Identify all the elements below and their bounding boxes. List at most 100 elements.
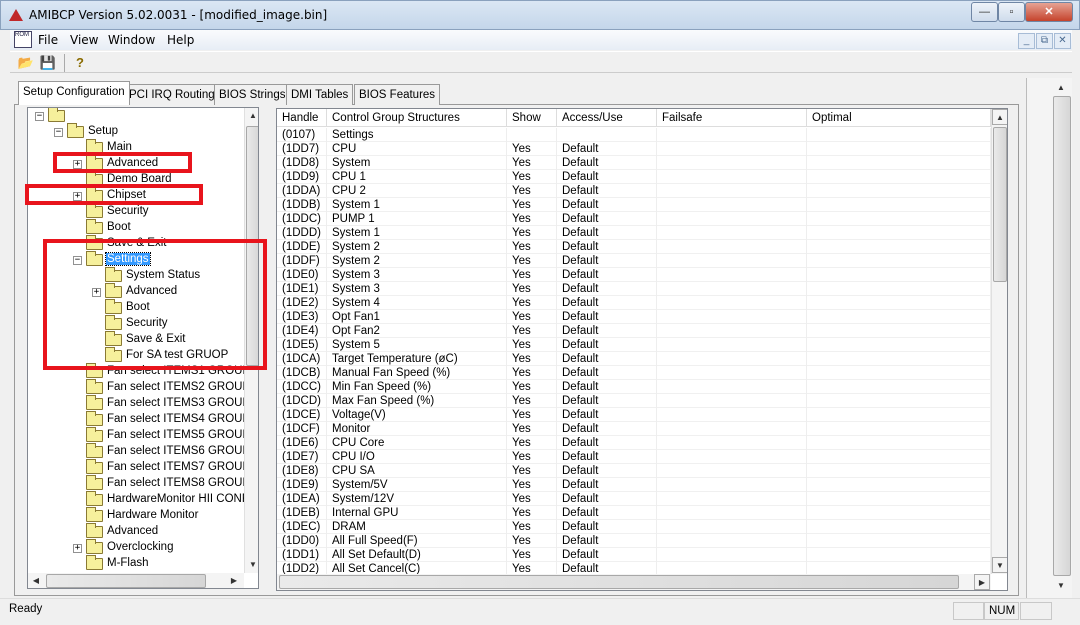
tree-horizontal-scrollbar[interactable]: ◀ ▶ — [28, 573, 244, 588]
help-icon[interactable]: ? — [70, 54, 90, 72]
menu-window[interactable]: Window — [108, 33, 155, 47]
table-row[interactable]: (1DCA) Target Temperature (øC) Yes Default — [277, 352, 991, 366]
table-row[interactable]: (1DEB) Internal GPU Yes Default — [277, 506, 991, 520]
column-header[interactable]: Optimal — [807, 109, 991, 127]
open-folder-icon[interactable]: 📂 — [16, 54, 36, 72]
table-row[interactable]: (1DE9) System/5V Yes Default — [277, 478, 991, 492]
table-row[interactable]: (1DCB) Manual Fan Speed (%) Yes Default — [277, 366, 991, 380]
expand-plus-icon[interactable]: + — [92, 288, 101, 297]
tree-item[interactable]: Save & Exit — [28, 331, 244, 348]
table-row[interactable]: (0107) Settings — [277, 128, 991, 142]
scroll-right-arrow-icon[interactable]: ▶ — [974, 574, 990, 590]
scroll-down-arrow-icon[interactable]: ▼ — [245, 557, 258, 573]
tree-item[interactable]: − — [28, 108, 244, 124]
scroll-down-arrow-icon[interactable]: ▼ — [992, 557, 1007, 573]
tree-item[interactable]: Save & Exit — [28, 235, 244, 252]
tree-item[interactable]: Demo Board — [28, 171, 244, 188]
tab-bios-strings[interactable]: BIOS Strings — [214, 84, 291, 105]
tree-item[interactable]: Fan select ITEMS7 GROUP0 — [28, 459, 257, 476]
tree-item[interactable]: + Advanced — [28, 283, 244, 300]
collapse-minus-icon[interactable]: − — [73, 256, 82, 265]
table-row[interactable]: (1DDC) PUMP 1 Yes Default — [277, 212, 991, 226]
table-row[interactable]: (1DD7) CPU Yes Default — [277, 142, 991, 156]
tree-vertical-scrollbar[interactable]: ▲ ▼ — [244, 108, 258, 573]
tab-bios-features[interactable]: BIOS Features — [354, 84, 441, 105]
window-vertical-scrollbar[interactable]: ▲ ▼ — [1026, 78, 1072, 598]
column-header[interactable]: Access/Use — [557, 109, 657, 127]
tree-item[interactable]: + Chipset — [28, 187, 244, 204]
collapse-minus-icon[interactable]: − — [54, 128, 63, 137]
table-row[interactable]: (1DE4) Opt Fan2 Yes Default — [277, 324, 991, 338]
table-row[interactable]: (1DD1) All Set Default(D) Yes Default — [277, 548, 991, 562]
tree-item[interactable]: For SA test GRUOP — [28, 347, 244, 364]
mdi-minimize-button[interactable]: _ — [1018, 33, 1035, 49]
scroll-up-arrow-icon[interactable]: ▲ — [992, 109, 1007, 125]
tree-item[interactable]: + Advanced — [28, 155, 244, 172]
table-row[interactable]: (1DDF) System 2 Yes Default — [277, 254, 991, 268]
tree-item[interactable]: − Settings — [28, 251, 244, 268]
tree-item[interactable]: M-Flash — [28, 555, 244, 572]
table-row[interactable]: (1DEA) System/12V Yes Default — [277, 492, 991, 506]
collapse-minus-icon[interactable]: − — [35, 112, 44, 121]
mdi-close-button[interactable]: ✕ — [1054, 33, 1071, 49]
tree-item[interactable]: Boot — [28, 299, 244, 316]
tree-item[interactable]: HardwareMonitor HII CONFIG — [28, 491, 258, 508]
table-row[interactable]: (1DE5) System 5 Yes Default — [277, 338, 991, 352]
table-row[interactable]: (1DE2) System 4 Yes Default — [277, 296, 991, 310]
tree-item[interactable]: + Overclocking — [28, 539, 244, 556]
expand-plus-icon[interactable]: + — [73, 160, 82, 169]
tree-item[interactable]: Fan select ITEMS8 GROUP0 — [28, 475, 257, 492]
grid-horizontal-scrollbar[interactable]: ▶ — [277, 574, 991, 590]
table-row[interactable]: (1DCE) Voltage(V) Yes Default — [277, 408, 991, 422]
tree-item[interactable]: Main — [28, 139, 244, 156]
column-header[interactable]: Control Group Structures — [327, 109, 507, 127]
grid-vertical-scrollbar[interactable]: ▲ ▼ — [991, 109, 1007, 574]
scroll-down-arrow-icon[interactable]: ▼ — [1053, 578, 1069, 594]
tree-item[interactable]: System Status — [28, 267, 244, 284]
menu-view[interactable]: View — [70, 33, 98, 47]
tree-item[interactable]: Fan select ITEMS5 GROUP0 — [28, 427, 257, 444]
tree-item[interactable]: − Setup — [28, 123, 244, 140]
column-header[interactable]: Failsafe — [657, 109, 807, 127]
close-button[interactable]: ✕ — [1025, 2, 1073, 22]
tree-item[interactable]: Fan select ITEMS2 GROUP0 — [28, 379, 257, 396]
table-row[interactable]: (1DE8) CPU SA Yes Default — [277, 464, 991, 478]
table-row[interactable]: (1DE7) CPU I/O Yes Default — [277, 450, 991, 464]
table-row[interactable]: (1DDE) System 2 Yes Default — [277, 240, 991, 254]
maximize-button[interactable]: ▫ — [998, 2, 1025, 22]
column-header[interactable]: Handle — [277, 109, 327, 127]
table-row[interactable]: (1DCD) Max Fan Speed (%) Yes Default — [277, 394, 991, 408]
tree-item[interactable]: Hardware Monitor — [28, 507, 244, 524]
scroll-left-arrow-icon[interactable]: ◀ — [28, 573, 44, 588]
tree-item[interactable]: Fan select ITEMS1 GROUP0 — [28, 363, 257, 380]
table-row[interactable]: (1DDB) System 1 Yes Default — [277, 198, 991, 212]
window-scroll-thumb[interactable] — [1053, 96, 1071, 576]
scroll-up-arrow-icon[interactable]: ▲ — [245, 108, 258, 124]
expand-plus-icon[interactable]: + — [73, 192, 82, 201]
table-row[interactable]: (1DE0) System 3 Yes Default — [277, 268, 991, 282]
tree-item[interactable]: Fan select ITEMS3 GROUP0 — [28, 395, 257, 412]
grid-scroll-thumb[interactable] — [993, 127, 1007, 282]
menu-file[interactable]: File — [38, 33, 58, 47]
table-row[interactable]: (1DD9) CPU 1 Yes Default — [277, 170, 991, 184]
tree-item[interactable]: Advanced — [28, 523, 244, 540]
setup-tree[interactable]: − − Setup Main + Advanced Demo Board + Chipset Se… — [27, 107, 259, 589]
mdi-restore-button[interactable]: ⧉ — [1036, 33, 1053, 49]
save-icon[interactable]: 💾 — [38, 54, 58, 72]
tree-item[interactable]: Security — [28, 203, 244, 220]
control-group-table[interactable]: Handle Control Group Structures Show Access… — [276, 108, 1008, 591]
table-row[interactable]: (1DD0) All Full Speed(F) Yes Default — [277, 534, 991, 548]
scroll-right-arrow-icon[interactable]: ▶ — [226, 573, 242, 588]
menu-help[interactable]: Help — [167, 33, 194, 47]
table-row[interactable]: (1DCC) Min Fan Speed (%) Yes Default — [277, 380, 991, 394]
tree-item[interactable]: Fan select ITEMS4 GROUP0 — [28, 411, 257, 428]
scroll-up-arrow-icon[interactable]: ▲ — [1053, 80, 1069, 96]
tree-item[interactable]: Fan select ITEMS6 GROUP0 — [28, 443, 257, 460]
table-row[interactable]: (1DE3) Opt Fan1 Yes Default — [277, 310, 991, 324]
tab-setup-configuration[interactable]: Setup Configuration — [18, 81, 130, 105]
table-row[interactable]: (1DCF) Monitor Yes Default — [277, 422, 991, 436]
tree-hscroll-thumb[interactable] — [46, 574, 206, 588]
tree-item[interactable]: Security — [28, 315, 244, 332]
tree-scroll-thumb[interactable] — [246, 126, 258, 366]
tab-pci-irq-routing[interactable]: PCI IRQ Routing — [124, 84, 220, 105]
